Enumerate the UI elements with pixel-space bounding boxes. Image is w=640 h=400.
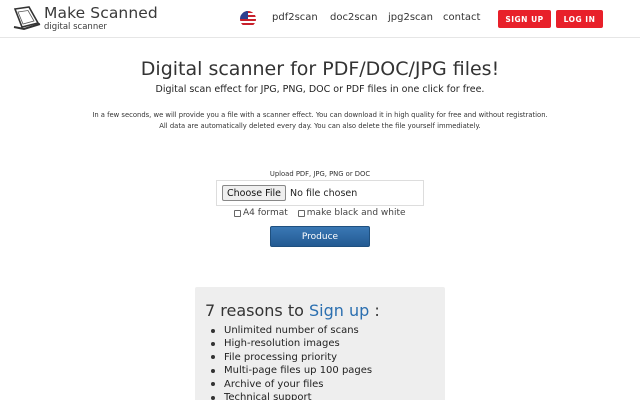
- nav-jpg2scan[interactable]: jpg2scan: [388, 12, 433, 23]
- info-line-2: All data are automatically deleted every…: [159, 122, 481, 130]
- file-input[interactable]: Choose File No file chosen: [216, 180, 424, 206]
- nav-contact[interactable]: contact: [443, 12, 480, 23]
- reasons-title: 7 reasons to Sign up :: [205, 301, 380, 320]
- a4-option[interactable]: A4 format: [234, 208, 288, 218]
- reasons-title-suffix: :: [369, 301, 380, 320]
- info-line-1: In a few seconds, we will provide you a …: [92, 111, 548, 119]
- site-header: Make Scanned digital scanner pdf2scan do…: [0, 0, 640, 38]
- reasons-title-prefix: 7 reasons to: [205, 301, 309, 320]
- list-item: Multi-page files up 100 pages: [211, 364, 372, 377]
- file-status: No file chosen: [290, 187, 358, 199]
- reasons-list: Unlimited number of scans High-resolutio…: [211, 324, 372, 400]
- us-flag-icon[interactable]: [240, 11, 256, 27]
- bw-label: make black and white: [306, 208, 406, 218]
- logo-title: Make Scanned: [44, 4, 158, 22]
- logo[interactable]: Make Scanned digital scanner: [12, 5, 158, 33]
- logo-subtitle: digital scanner: [44, 21, 107, 32]
- login-button[interactable]: LOG IN: [556, 10, 603, 28]
- page-subtitle: Digital scan effect for JPG, PNG, DOC or…: [155, 84, 485, 95]
- upload-label: Upload PDF, JPG, PNG or DOC: [269, 170, 371, 178]
- bw-option[interactable]: make black and white: [297, 208, 406, 218]
- nav-doc2scan[interactable]: doc2scan: [330, 12, 378, 23]
- a4-label: A4 format: [243, 208, 288, 218]
- nav-pdf2scan[interactable]: pdf2scan: [272, 12, 318, 23]
- list-item: File processing priority: [211, 351, 372, 364]
- bw-checkbox[interactable]: [297, 209, 305, 217]
- signup-button[interactable]: SIGN UP: [498, 10, 551, 28]
- list-item: Archive of your files: [211, 378, 372, 391]
- produce-button[interactable]: Produce: [270, 226, 370, 247]
- page-title: Digital scanner for PDF/DOC/JPG files!: [140, 58, 500, 80]
- info-text: In a few seconds, we will provide you a …: [0, 110, 640, 132]
- list-item: Technical support: [211, 391, 372, 400]
- options-row: A4 format make black and white: [234, 207, 406, 219]
- list-item: Unlimited number of scans: [211, 324, 372, 337]
- list-item: High-resolution images: [211, 337, 372, 350]
- scanner-logo-icon: [12, 5, 42, 31]
- a4-checkbox[interactable]: [234, 209, 241, 217]
- choose-file-button[interactable]: Choose File: [222, 185, 286, 201]
- reasons-box: 7 reasons to Sign up : Unlimited number …: [195, 287, 445, 400]
- signup-link[interactable]: Sign up: [309, 301, 369, 320]
